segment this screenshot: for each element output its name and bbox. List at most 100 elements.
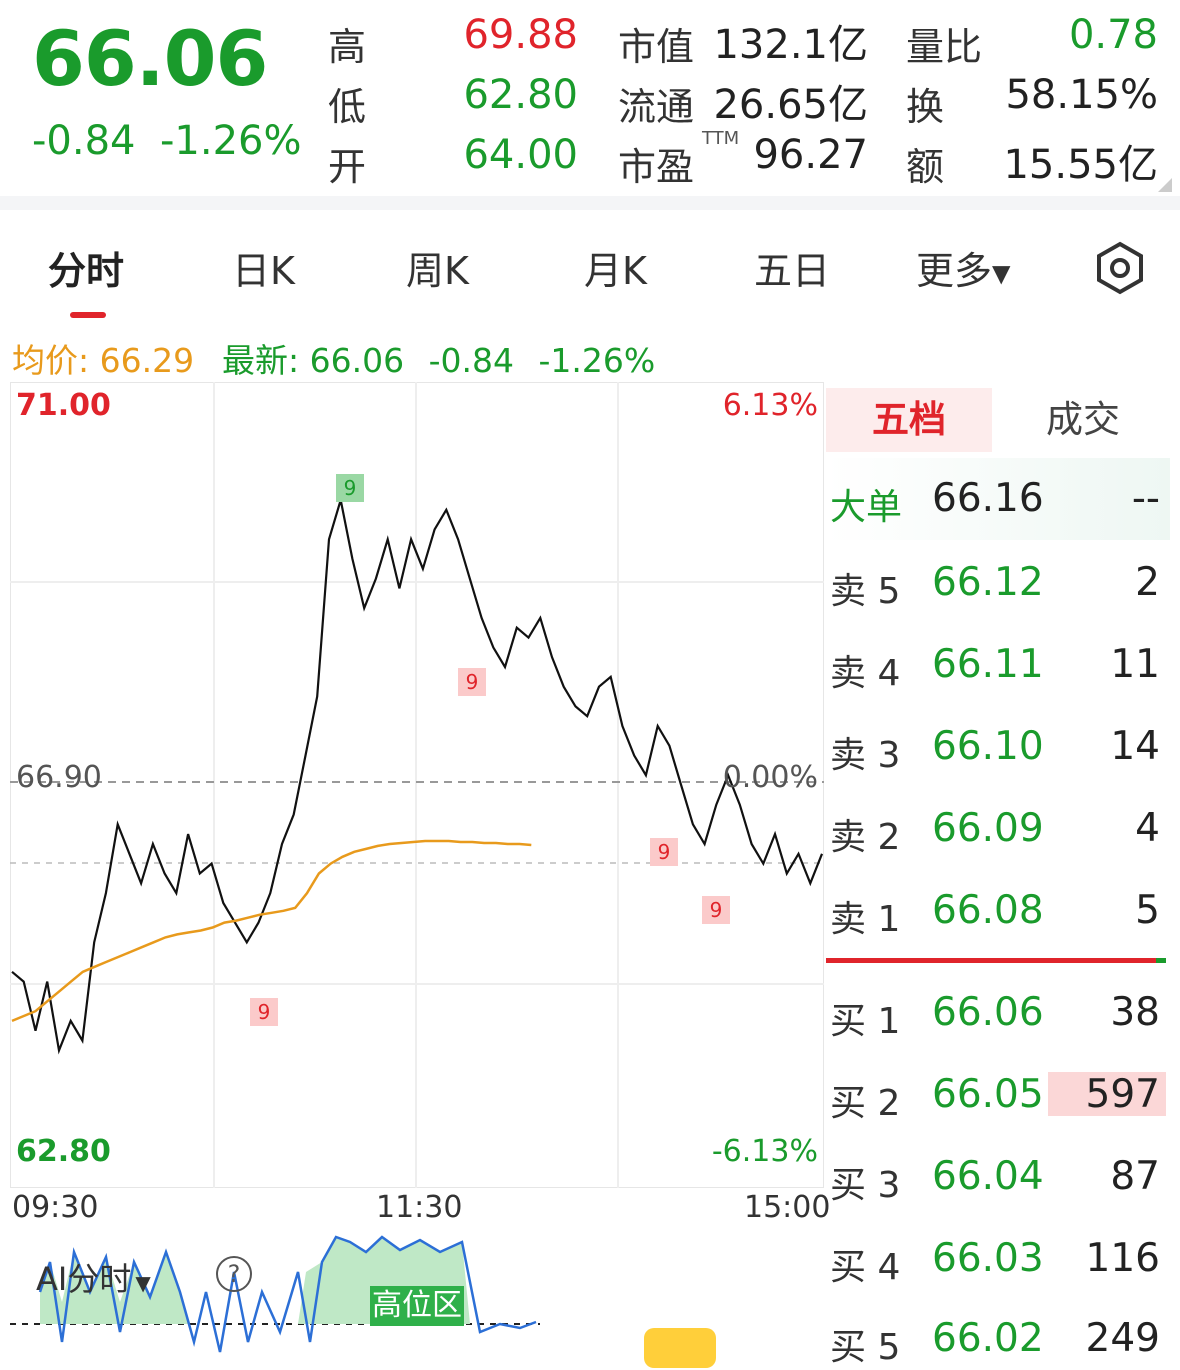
y-axis-mid-label: 66.90 [16, 760, 102, 795]
latest-label: 最新: [222, 341, 300, 380]
last-price: 66.06 [32, 14, 268, 103]
high-value: 69.88 [463, 12, 578, 58]
open-value: 64.00 [463, 132, 578, 178]
tab-more[interactable]: 更多▼ [916, 240, 1010, 295]
volume-ratio-value: 0.78 [1068, 12, 1158, 58]
amount-label: 额 [906, 145, 945, 189]
ai-indicator-selector[interactable]: AI分时 ▼ [36, 1254, 151, 1300]
ask-3-volume: 14 [1110, 724, 1160, 769]
average-price-info: 均价: 66.29 [12, 334, 194, 382]
pe-value: 96.27 [753, 132, 868, 178]
float-cap-label: 流通 [618, 85, 695, 129]
market-cap-value: 132.1亿 [713, 22, 868, 68]
latest-change: -0.84 [428, 341, 514, 380]
active-tab-indicator [70, 312, 106, 318]
low-label: 低 [328, 85, 367, 129]
x-axis-label-open: 09:30 [12, 1190, 99, 1225]
latest-price-info: 最新: 66.06 -0.84 -1.26% [222, 334, 655, 382]
ask-2-label: 卖 2 [830, 817, 901, 858]
ask-5-label: 卖 5 [830, 571, 901, 612]
x-axis-label-midday: 11:30 [376, 1190, 463, 1225]
ask-3-label: 卖 3 [830, 735, 901, 776]
avg-value: 66.29 [99, 341, 195, 380]
pe-ttm-sup: TTM [702, 128, 740, 149]
ask-1-label: 卖 1 [830, 899, 901, 940]
avg-label: 均价: [12, 341, 90, 380]
bid-2-label: 买 2 [830, 1083, 901, 1124]
tab-intraday[interactable]: 分时 [48, 240, 124, 295]
floating-action-button[interactable] [644, 1328, 716, 1368]
pct-axis-top-label: 6.13% [722, 388, 818, 423]
ai-indicator-label: AI分时 [36, 1260, 132, 1298]
bid-5-label: 买 5 [830, 1327, 901, 1368]
bid-4-label: 买 4 [830, 1247, 901, 1288]
signal-marker-label: 9 [466, 670, 479, 694]
high-label: 高 [328, 25, 367, 69]
ask-2-volume: 4 [1135, 806, 1160, 851]
open-label: 开 [328, 145, 367, 189]
bid-4-price: 66.03 [932, 1236, 1044, 1281]
tab-more-label: 更多 [916, 249, 993, 293]
ask-4-label: 卖 4 [830, 653, 901, 694]
big-order-price: 66.16 [932, 476, 1044, 521]
tab-monthly-k[interactable]: 月K [584, 240, 647, 295]
latest-change-percent: -1.26% [538, 341, 656, 380]
amount-value: 15.55亿 [1003, 142, 1158, 188]
tab-five-day[interactable]: 五日 [754, 240, 830, 295]
chevron-down-icon: ▼ [992, 259, 1011, 288]
signal-marker-label: 9 [344, 476, 357, 500]
ask-5-volume: 2 [1135, 560, 1160, 605]
turnover-value: 58.15% [1005, 72, 1158, 118]
y-axis-bottom-label: 62.80 [16, 1134, 111, 1169]
high-zone-badge: 高位区 [370, 1286, 464, 1326]
bid-ask-divider [826, 958, 1166, 963]
big-order-label: 大单 [830, 487, 903, 528]
settings-hexagon-icon[interactable] [1092, 240, 1148, 296]
tab-five-levels[interactable]: 五档 [826, 388, 992, 452]
signal-marker-label: 9 [710, 898, 723, 922]
bid-2-price: 66.05 [932, 1072, 1044, 1117]
ask-4-volume: 11 [1110, 642, 1160, 687]
tab-daily-k[interactable]: 日K [232, 240, 295, 295]
caret-down-icon: ▼ [135, 1271, 151, 1295]
low-value: 62.80 [463, 72, 578, 118]
market-cap-label: 市值 [618, 25, 695, 69]
bid-5-price: 66.02 [932, 1316, 1044, 1361]
bid-5-volume: 249 [1085, 1316, 1160, 1361]
big-order-volume: -- [1131, 476, 1160, 521]
bid-3-volume: 87 [1110, 1154, 1160, 1199]
price-change: -0.84 [32, 118, 136, 164]
signal-marker-label: 9 [658, 840, 671, 864]
tab-weekly-k[interactable]: 周K [406, 240, 469, 295]
pe-label: 市盈 [618, 145, 695, 189]
ask-1-price: 66.08 [932, 888, 1044, 933]
bid-1-price: 66.06 [932, 990, 1044, 1035]
bid-3-label: 买 3 [830, 1165, 901, 1206]
ask-2-price: 66.09 [932, 806, 1044, 851]
section-divider [0, 196, 1180, 210]
latest-value: 66.06 [309, 341, 405, 380]
float-cap-value: 26.65亿 [713, 82, 868, 128]
turnover-label: 换 [906, 85, 945, 129]
signal-marker-label: 9 [258, 1000, 271, 1024]
intraday-chart[interactable]: 9 9 9 9 9 [10, 382, 824, 1188]
bid-4-volume: 116 [1085, 1236, 1160, 1281]
ask-5-price: 66.12 [932, 560, 1044, 605]
volume-ratio-label: 量比 [906, 25, 983, 69]
bid-3-price: 66.04 [932, 1154, 1044, 1199]
ask-1-volume: 5 [1135, 888, 1160, 933]
tab-trades[interactable]: 成交 [1000, 388, 1166, 452]
bid-1-label: 买 1 [830, 1001, 901, 1042]
ask-4-price: 66.11 [932, 642, 1044, 687]
pct-axis-bottom-label: -6.13% [711, 1134, 818, 1169]
expand-corner-icon[interactable] [1158, 178, 1172, 192]
pct-axis-mid-label: 0.00% [722, 760, 818, 795]
bid-ask-divider-tail [1156, 958, 1166, 963]
bid-1-volume: 38 [1110, 990, 1160, 1035]
ask-3-price: 66.10 [932, 724, 1044, 769]
bid-2-volume: 597 [1085, 1072, 1160, 1117]
price-change-percent: -1.26% [160, 118, 302, 164]
help-icon[interactable]: ? [216, 1256, 252, 1292]
x-axis-label-close: 15:00 [744, 1190, 831, 1225]
y-axis-top-label: 71.00 [16, 388, 111, 423]
